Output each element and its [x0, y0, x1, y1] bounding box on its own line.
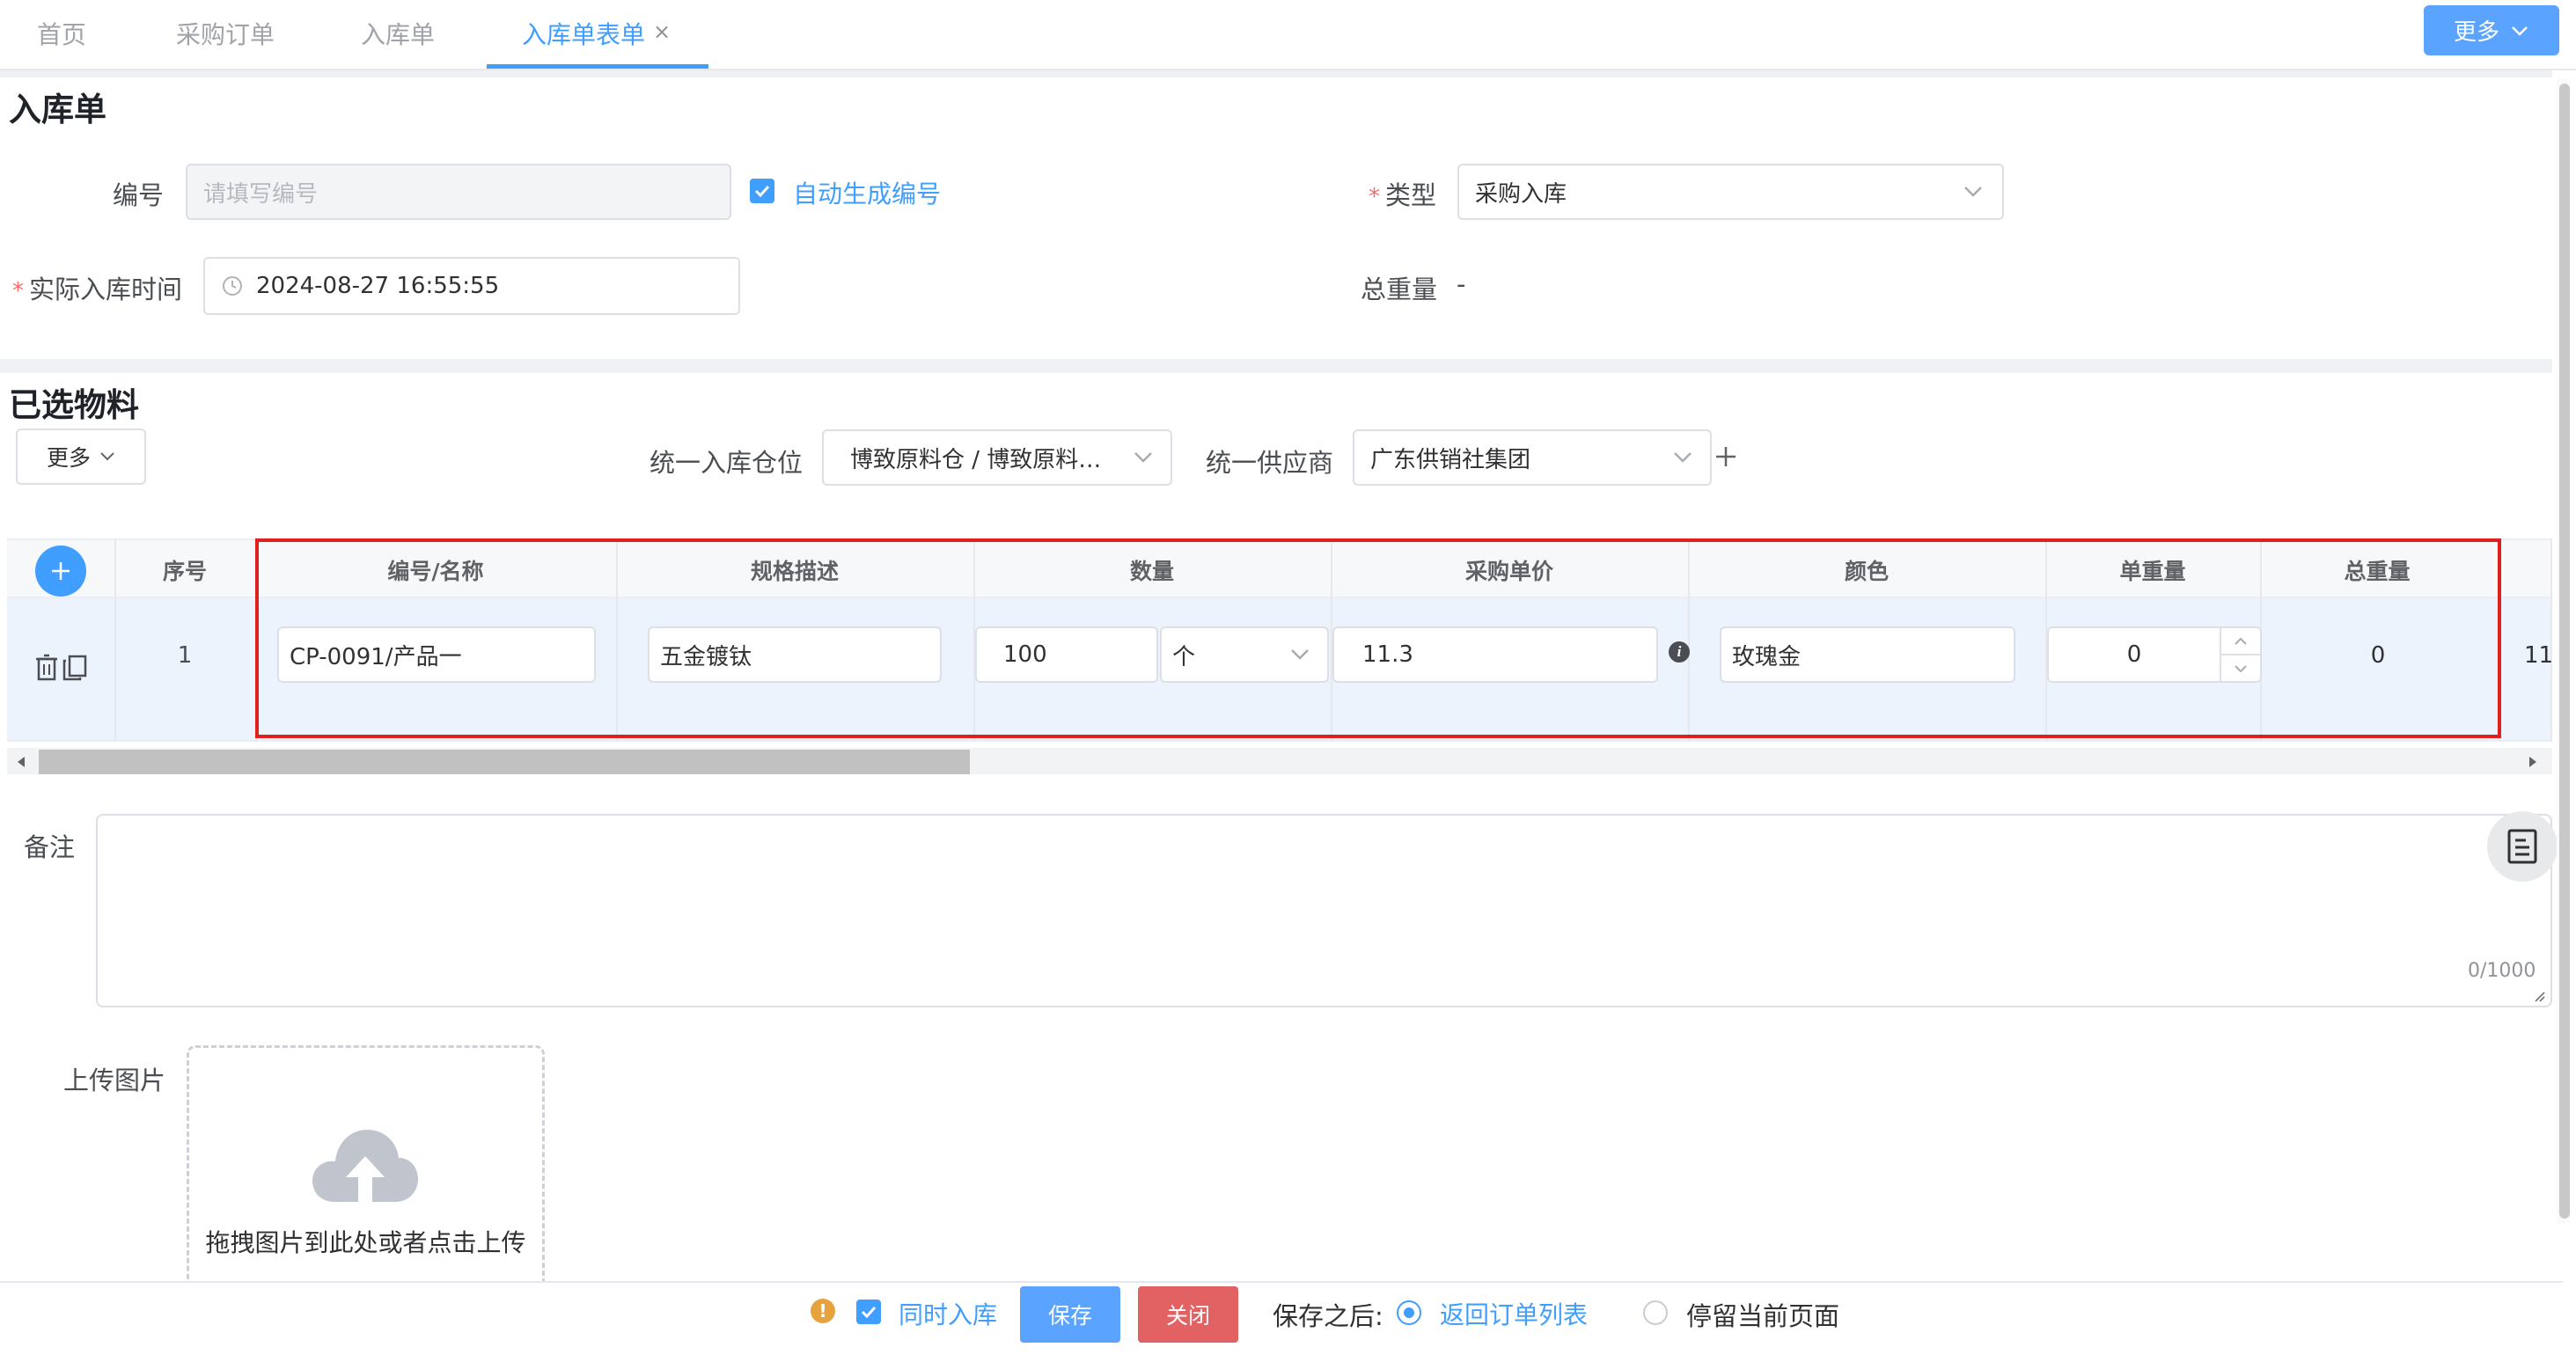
add-supplier-icon[interactable]	[1714, 444, 1738, 469]
materials-more-label: 更多	[46, 445, 91, 471]
resize-handle-icon[interactable]	[2532, 989, 2546, 1003]
sync-stock-checkbox[interactable]	[856, 1300, 881, 1324]
save-button[interactable]: 保存	[1020, 1286, 1120, 1343]
option-return-list[interactable]: 返回订单列表	[1440, 1296, 1588, 1331]
remarks-label: 备注	[24, 832, 76, 862]
copy-icon[interactable]	[62, 654, 88, 682]
top-more-button[interactable]: 更多	[2424, 5, 2559, 55]
tab-home[interactable]: 首页	[37, 16, 86, 51]
tab-stock-in-form[interactable]: 入库单表单	[522, 16, 645, 51]
scrollbar-thumb[interactable]	[39, 750, 970, 774]
remarks-counter: 0/1000	[2468, 960, 2536, 982]
auto-code-label[interactable]: 自动生成编号	[793, 175, 941, 210]
form-title: 入库单	[9, 91, 106, 128]
total-weight-value: -	[1457, 269, 1466, 299]
after-save-label: 保存之后:	[1273, 1301, 1383, 1331]
scroll-left-icon[interactable]	[16, 755, 26, 769]
remarks-textarea[interactable]	[96, 814, 2552, 1007]
check-icon	[861, 1306, 877, 1318]
supplier-label: 统一供应商	[1206, 448, 1334, 478]
section-divider	[0, 359, 2552, 373]
column-divider	[2550, 538, 2552, 742]
cloud-upload-icon	[312, 1130, 418, 1202]
code-placeholder: 请填写编号	[203, 180, 319, 208]
sync-stock-label[interactable]: 同时入库	[899, 1296, 997, 1331]
check-icon	[754, 185, 770, 197]
auto-code-checkbox[interactable]	[750, 179, 774, 203]
close-button[interactable]: 关闭	[1138, 1286, 1238, 1343]
warehouse-value: 博致原料仓 / 博致原料…	[850, 446, 1102, 473]
delete-icon[interactable]	[34, 654, 59, 682]
type-value: 采购入库	[1475, 180, 1567, 208]
upload-hint: 拖拽图片到此处或者点击上传	[205, 1228, 526, 1257]
document-icon	[2507, 829, 2537, 864]
time-picker[interactable]: 2024-08-27 16:55:55	[203, 257, 740, 315]
warehouse-label: 统一入库仓位	[650, 448, 804, 478]
chevron-down-icon	[2512, 26, 2528, 36]
materials-more-button[interactable]: 更多	[16, 428, 146, 485]
clock-icon	[223, 276, 242, 296]
notes-float-button[interactable]	[2487, 811, 2558, 882]
row-overflow-cell: 11	[2524, 642, 2554, 669]
radio-stay-page[interactable]	[1643, 1300, 1668, 1325]
chevron-down-icon	[100, 452, 114, 461]
code-input[interactable]: 请填写编号	[186, 164, 731, 220]
radio-return-list[interactable]	[1397, 1300, 1421, 1325]
add-row-button[interactable]	[35, 546, 86, 597]
time-label: * 实际入库时间	[12, 275, 183, 304]
code-label: 编号	[113, 180, 165, 210]
close-tab-icon[interactable]: ×	[653, 19, 671, 44]
materials-title: 已选物料	[9, 386, 139, 424]
time-value: 2024-08-27 16:55:55	[256, 273, 500, 299]
type-select[interactable]: 采购入库	[1457, 164, 2004, 220]
vertical-scrollbar-thumb[interactable]	[2559, 84, 2570, 1219]
tab-bar-shadow	[0, 70, 2552, 77]
chevron-down-icon	[1134, 452, 1152, 463]
highlight-box	[255, 538, 2501, 738]
tab-stock-in-list[interactable]: 入库单	[361, 16, 435, 51]
chevron-down-icon	[1964, 187, 1982, 197]
active-tab-indicator	[487, 64, 708, 69]
top-more-label: 更多	[2453, 19, 2499, 46]
scroll-right-icon[interactable]	[2528, 755, 2538, 769]
tab-purchase-orders[interactable]: 采购订单	[176, 16, 275, 51]
total-weight-label: 总重量	[1361, 275, 1438, 304]
plus-icon	[52, 562, 70, 580]
warehouse-select[interactable]: 博致原料仓 / 博致原料…	[822, 429, 1172, 486]
upload-label: 上传图片	[63, 1065, 166, 1095]
supplier-select[interactable]: 广东供销社集团	[1353, 429, 1712, 486]
chevron-down-icon	[1674, 452, 1692, 463]
column-header-index: 序号	[162, 559, 207, 584]
option-stay-page[interactable]: 停留当前页面	[1686, 1296, 1839, 1333]
type-label: * 类型	[1369, 180, 1437, 210]
warning-icon: !	[811, 1299, 835, 1323]
row-index: 1	[177, 642, 193, 669]
supplier-value: 广东供销社集团	[1370, 446, 1531, 473]
